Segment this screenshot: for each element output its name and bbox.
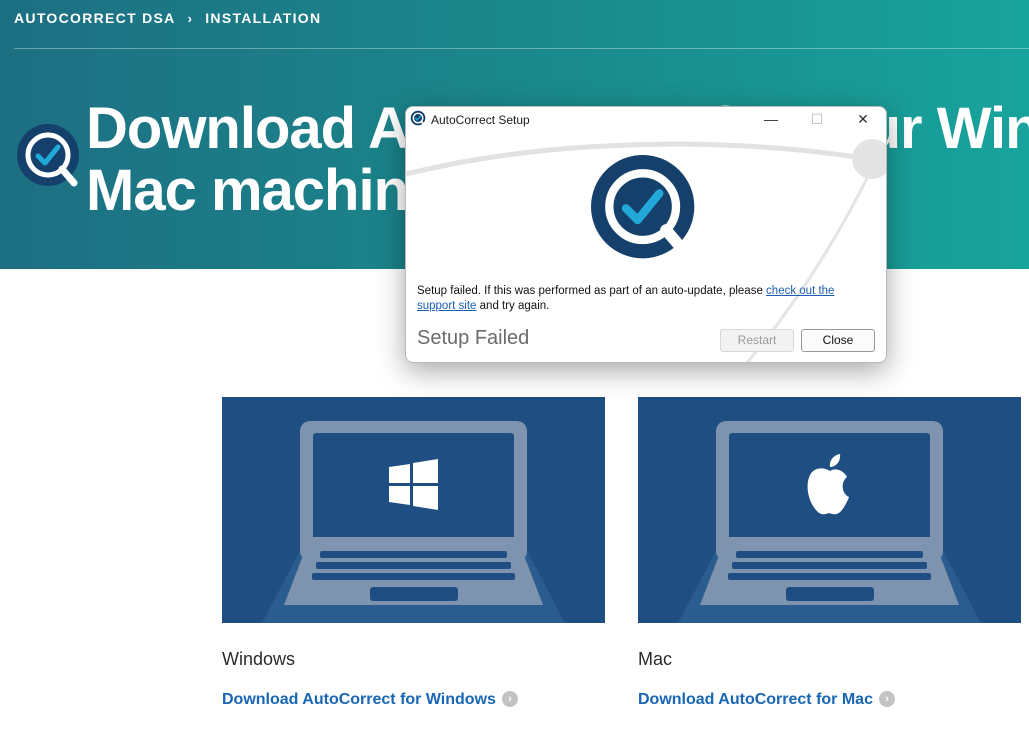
breadcrumb: AUTOCORRECT DSA › INSTALLATION — [14, 10, 321, 26]
restart-button[interactable]: Restart — [720, 329, 794, 352]
chevron-right-icon: › — [501, 690, 518, 707]
hero-divider — [14, 48, 1029, 49]
windows-card: Windows Download AutoCorrect for Windows… — [222, 397, 605, 708]
maximize-button[interactable]: ☐ — [794, 107, 840, 132]
autocorrect-logo-icon — [586, 150, 706, 275]
dialog-body: Setup failed. If this was performed as p… — [406, 132, 886, 362]
windows-card-title: Windows — [222, 649, 296, 669]
breadcrumb-root[interactable]: AUTOCORRECT DSA — [14, 10, 176, 26]
download-windows-link[interactable]: Download AutoCorrect for Windows › — [222, 690, 518, 709]
minimize-button[interactable]: — — [748, 107, 794, 132]
breadcrumb-separator: › — [187, 11, 194, 26]
close-window-button[interactable]: ✕ — [840, 107, 886, 132]
close-button[interactable]: Close — [801, 329, 875, 352]
autocorrect-small-icon — [410, 110, 427, 132]
windows-laptop-image[interactable] — [222, 397, 605, 623]
breadcrumb-current: INSTALLATION — [205, 10, 322, 26]
mac-card-title: Mac — [638, 649, 673, 669]
autocorrect-logo-icon — [14, 121, 86, 198]
dialog-title: AutoCorrect Setup — [431, 113, 530, 127]
mac-laptop-image[interactable] — [638, 397, 1021, 623]
mac-card: Mac Download AutoCorrect for Mac › — [638, 397, 1021, 708]
error-message: Setup failed. If this was performed as p… — [417, 285, 835, 312]
chevron-right-icon: › — [878, 690, 895, 707]
setup-status: Setup Failed — [417, 327, 530, 349]
dialog-titlebar[interactable]: AutoCorrect Setup — ☐ ✕ — [406, 107, 886, 132]
download-mac-link[interactable]: Download AutoCorrect for Mac › — [638, 690, 895, 709]
setup-dialog: AutoCorrect Setup — ☐ ✕ Setup failed. If… — [405, 106, 887, 363]
